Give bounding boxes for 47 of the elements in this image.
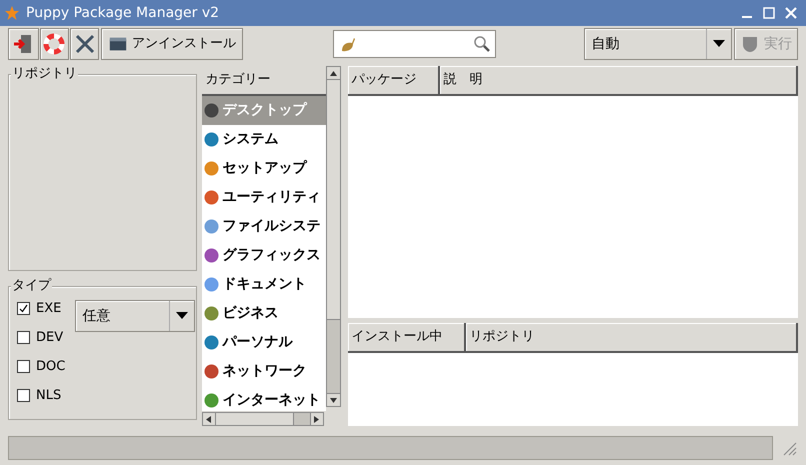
category-item[interactable]: ファイルシステ bbox=[202, 212, 326, 241]
mode-dropdown[interactable]: 自動 bbox=[584, 28, 732, 60]
frame-title: リポジトリ bbox=[11, 66, 78, 82]
checkbox-label[interactable]: NLS bbox=[36, 386, 62, 406]
checkbox[interactable] bbox=[17, 389, 30, 402]
category-item[interactable]: ユーティリティ bbox=[202, 183, 326, 212]
close-icon[interactable] bbox=[784, 6, 798, 20]
horizontal-scrollbar[interactable] bbox=[202, 412, 324, 426]
category-item[interactable]: ネットワーク bbox=[202, 357, 326, 386]
checkbox[interactable] bbox=[17, 360, 30, 373]
category-item[interactable]: インターネット bbox=[202, 386, 326, 411]
category-item[interactable]: グラフィックス bbox=[202, 241, 326, 270]
checkbox[interactable] bbox=[17, 302, 30, 315]
scroll-up-icon[interactable] bbox=[330, 70, 337, 76]
exit-button[interactable] bbox=[8, 28, 39, 60]
dropdown-arrow-icon bbox=[713, 40, 726, 48]
column-header[interactable]: 説 明 bbox=[440, 66, 798, 94]
category-item[interactable]: ビジネス bbox=[202, 299, 326, 328]
lifebuoy-icon bbox=[43, 33, 66, 55]
settings-button[interactable] bbox=[70, 28, 100, 60]
column-header[interactable]: パッケージ bbox=[348, 66, 440, 94]
scroll-right-icon[interactable] bbox=[314, 416, 320, 422]
scroll-left-icon[interactable] bbox=[206, 416, 212, 422]
star-icon bbox=[4, 5, 20, 21]
scroll-down-icon[interactable] bbox=[330, 398, 337, 402]
help-button[interactable] bbox=[40, 28, 69, 60]
checkbox[interactable] bbox=[17, 331, 30, 344]
column-header[interactable]: カテゴリー bbox=[202, 66, 326, 96]
category-item[interactable]: ドキュメント bbox=[202, 270, 326, 299]
search-icon[interactable] bbox=[472, 35, 491, 53]
column-header[interactable]: リポジトリ bbox=[466, 323, 798, 351]
maximize-icon[interactable] bbox=[762, 6, 776, 20]
dropdown-arrow-icon bbox=[176, 312, 188, 320]
resize-grip-icon[interactable] bbox=[781, 440, 797, 456]
category-item[interactable]: パーソナル bbox=[202, 328, 326, 357]
search-field[interactable] bbox=[332, 30, 496, 58]
checkbox-label[interactable]: DOC bbox=[36, 356, 66, 376]
checkbox-label[interactable]: EXE bbox=[36, 298, 62, 318]
type-dropdown[interactable]: 任意 bbox=[75, 300, 196, 332]
frame-title: タイプ bbox=[11, 278, 52, 294]
window-title: Puppy Package Manager v2 bbox=[26, 4, 220, 22]
vertical-scrollbar[interactable] bbox=[326, 66, 341, 407]
uninstall-button[interactable]: アンインストール bbox=[101, 28, 243, 60]
checkbox-label[interactable]: DEV bbox=[36, 328, 64, 348]
category-item[interactable]: セットアップ bbox=[202, 154, 326, 183]
category-item[interactable]: システム bbox=[202, 125, 326, 154]
column-header[interactable]: インストール中 bbox=[348, 323, 466, 351]
